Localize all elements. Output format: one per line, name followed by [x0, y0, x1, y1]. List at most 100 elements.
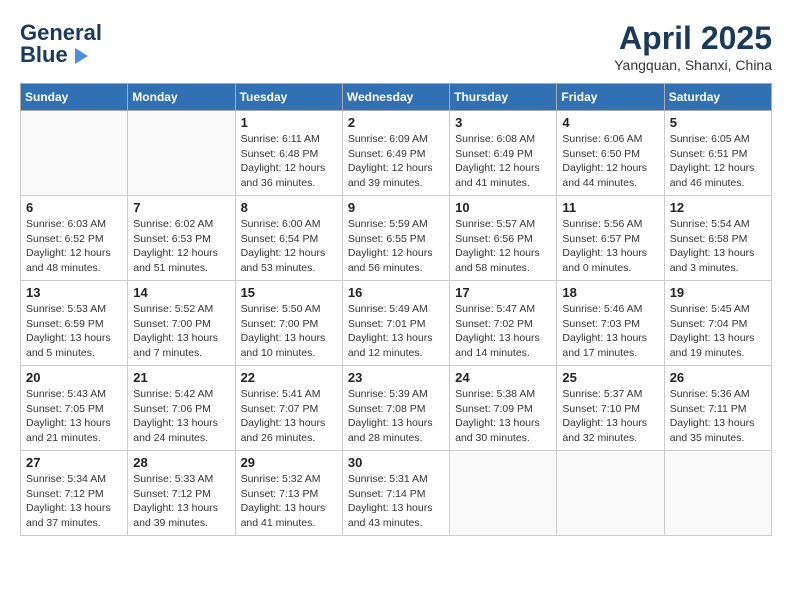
calendar-cell: 9Sunrise: 5:59 AM Sunset: 6:55 PM Daylig…	[342, 196, 449, 281]
day-number: 1	[241, 115, 337, 130]
day-number: 11	[562, 200, 658, 215]
day-info: Sunrise: 5:46 AM Sunset: 7:03 PM Dayligh…	[562, 302, 658, 361]
day-number: 22	[241, 370, 337, 385]
logo-arrow-icon	[75, 48, 88, 64]
day-info: Sunrise: 5:43 AM Sunset: 7:05 PM Dayligh…	[26, 387, 122, 446]
day-info: Sunrise: 5:49 AM Sunset: 7:01 PM Dayligh…	[348, 302, 444, 361]
day-number: 3	[455, 115, 551, 130]
day-info: Sunrise: 5:47 AM Sunset: 7:02 PM Dayligh…	[455, 302, 551, 361]
calendar-cell: 14Sunrise: 5:52 AM Sunset: 7:00 PM Dayli…	[128, 281, 235, 366]
calendar-cell: 20 Sunrise: 5:43 AM Sunset: 7:05 PM Dayli…	[21, 366, 128, 451]
calendar-cell: 11 Sunrise: 5:56 AM Sunset: 6:57 PM Dayli…	[557, 196, 664, 281]
day-number: 27	[26, 455, 122, 470]
day-info: Sunrise: 5:38 AM Sunset: 7:09 PM Dayligh…	[455, 387, 551, 446]
day-number: 21	[133, 370, 229, 385]
day-info: Sunrise: 6:09 AM Sunset: 6:49 PM Dayligh…	[348, 132, 444, 191]
day-info: Sunrise: 6:00 AM Sunset: 6:54 PM Dayligh…	[241, 217, 337, 276]
day-number: 5	[670, 115, 766, 130]
day-info: Sunrise: 5:31 AM Sunset: 7:14 PM Dayligh…	[348, 472, 444, 531]
day-info: Sunrise: 5:45 AM Sunset: 7:04 PM Dayligh…	[670, 302, 766, 361]
day-info: Sunrise: 5:39 AM Sunset: 7:08 PM Dayligh…	[348, 387, 444, 446]
day-info: Sunrise: 5:36 AM Sunset: 7:11 PM Dayligh…	[670, 387, 766, 446]
month-title: April 2025	[614, 20, 772, 57]
day-info: Sunrise: 6:08 AM Sunset: 6:49 PM Dayligh…	[455, 132, 551, 191]
calendar-cell: 27 Sunrise: 5:34 AM Sunset: 7:12 PM Dayli…	[21, 451, 128, 536]
day-info: Sunrise: 5:37 AM Sunset: 7:10 PM Dayligh…	[562, 387, 658, 446]
calendar-cell: 7 Sunrise: 6:02 AM Sunset: 6:53 PM Daylig…	[128, 196, 235, 281]
calendar-cell	[21, 111, 128, 196]
calendar-cell: 4 Sunrise: 6:06 AM Sunset: 6:50 PM Daylig…	[557, 111, 664, 196]
weekday-header-monday: Monday	[128, 84, 235, 111]
day-info: Sunrise: 5:34 AM Sunset: 7:12 PM Dayligh…	[26, 472, 122, 531]
day-info: Sunrise: 5:57 AM Sunset: 6:56 PM Dayligh…	[455, 217, 551, 276]
title-block: April 2025 Yangquan, Shanxi, China	[614, 20, 772, 73]
day-number: 9	[348, 200, 444, 215]
calendar-cell: 8 Sunrise: 6:00 AM Sunset: 6:54 PM Daylig…	[235, 196, 342, 281]
weekday-header-thursday: Thursday	[450, 84, 557, 111]
day-number: 2	[348, 115, 444, 130]
day-number: 6	[26, 200, 122, 215]
calendar-cell: 15 Sunrise: 5:50 AM Sunset: 7:00 PM Dayli…	[235, 281, 342, 366]
day-info: Sunrise: 5:56 AM Sunset: 6:57 PM Dayligh…	[562, 217, 658, 276]
day-number: 29	[241, 455, 337, 470]
calendar-cell: 28Sunrise: 5:33 AM Sunset: 7:12 PM Dayli…	[128, 451, 235, 536]
calendar-cell: 23 Sunrise: 5:39 AM Sunset: 7:08 PM Dayli…	[342, 366, 449, 451]
calendar-cell: 26 Sunrise: 5:36 AM Sunset: 7:11 PM Dayli…	[664, 366, 771, 451]
day-number: 20	[26, 370, 122, 385]
day-number: 30	[348, 455, 444, 470]
calendar-cell: 5 Sunrise: 6:05 AM Sunset: 6:51 PM Daylig…	[664, 111, 771, 196]
day-number: 25	[562, 370, 658, 385]
calendar-cell: 18 Sunrise: 5:46 AM Sunset: 7:03 PM Dayli…	[557, 281, 664, 366]
week-row-2: 6 Sunrise: 6:03 AM Sunset: 6:52 PM Daylig…	[21, 196, 772, 281]
calendar-cell: 19 Sunrise: 5:45 AM Sunset: 7:04 PM Dayli…	[664, 281, 771, 366]
calendar-cell: 25 Sunrise: 5:37 AM Sunset: 7:10 PM Dayli…	[557, 366, 664, 451]
logo-text: GeneralBlue	[20, 20, 102, 68]
weekday-header-tuesday: Tuesday	[235, 84, 342, 111]
day-number: 17	[455, 285, 551, 300]
day-number: 18	[562, 285, 658, 300]
day-info: Sunrise: 5:33 AM Sunset: 7:12 PM Dayligh…	[133, 472, 229, 531]
calendar-cell: 13 Sunrise: 5:53 AM Sunset: 6:59 PM Dayli…	[21, 281, 128, 366]
calendar-cell	[128, 111, 235, 196]
day-info: Sunrise: 6:02 AM Sunset: 6:53 PM Dayligh…	[133, 217, 229, 276]
day-info: Sunrise: 5:54 AM Sunset: 6:58 PM Dayligh…	[670, 217, 766, 276]
day-info: Sunrise: 6:05 AM Sunset: 6:51 PM Dayligh…	[670, 132, 766, 191]
day-info: Sunrise: 5:50 AM Sunset: 7:00 PM Dayligh…	[241, 302, 337, 361]
day-info: Sunrise: 5:52 AM Sunset: 7:00 PM Dayligh…	[133, 302, 229, 361]
day-number: 7	[133, 200, 229, 215]
day-info: Sunrise: 5:53 AM Sunset: 6:59 PM Dayligh…	[26, 302, 122, 361]
day-number: 19	[670, 285, 766, 300]
day-number: 16	[348, 285, 444, 300]
calendar-cell: 29 Sunrise: 5:32 AM Sunset: 7:13 PM Dayli…	[235, 451, 342, 536]
calendar-cell: 12 Sunrise: 5:54 AM Sunset: 6:58 PM Dayli…	[664, 196, 771, 281]
logo: GeneralBlue	[20, 20, 102, 68]
calendar-cell: 10Sunrise: 5:57 AM Sunset: 6:56 PM Dayli…	[450, 196, 557, 281]
day-number: 15	[241, 285, 337, 300]
day-info: Sunrise: 5:42 AM Sunset: 7:06 PM Dayligh…	[133, 387, 229, 446]
week-row-1: 1Sunrise: 6:11 AM Sunset: 6:48 PM Daylig…	[21, 111, 772, 196]
weekday-header-wednesday: Wednesday	[342, 84, 449, 111]
day-number: 13	[26, 285, 122, 300]
day-number: 12	[670, 200, 766, 215]
calendar-cell: 21 Sunrise: 5:42 AM Sunset: 7:06 PM Dayli…	[128, 366, 235, 451]
calendar-cell: 24Sunrise: 5:38 AM Sunset: 7:09 PM Dayli…	[450, 366, 557, 451]
week-row-3: 13 Sunrise: 5:53 AM Sunset: 6:59 PM Dayli…	[21, 281, 772, 366]
day-info: Sunrise: 5:32 AM Sunset: 7:13 PM Dayligh…	[241, 472, 337, 531]
calendar-cell: 17 Sunrise: 5:47 AM Sunset: 7:02 PM Dayli…	[450, 281, 557, 366]
day-number: 4	[562, 115, 658, 130]
day-info: Sunrise: 6:03 AM Sunset: 6:52 PM Dayligh…	[26, 217, 122, 276]
calendar-cell: 1Sunrise: 6:11 AM Sunset: 6:48 PM Daylig…	[235, 111, 342, 196]
location-label: Yangquan, Shanxi, China	[614, 57, 772, 73]
logo-blue: Blue	[20, 42, 102, 68]
day-info: Sunrise: 6:06 AM Sunset: 6:50 PM Dayligh…	[562, 132, 658, 191]
day-number: 8	[241, 200, 337, 215]
calendar-cell: 16 Sunrise: 5:49 AM Sunset: 7:01 PM Dayli…	[342, 281, 449, 366]
calendar-table: SundayMondayTuesdayWednesdayThursdayFrid…	[20, 83, 772, 536]
weekday-header-row: SundayMondayTuesdayWednesdayThursdayFrid…	[21, 84, 772, 111]
week-row-4: 20 Sunrise: 5:43 AM Sunset: 7:05 PM Dayli…	[21, 366, 772, 451]
calendar-cell: 3 Sunrise: 6:08 AM Sunset: 6:49 PM Daylig…	[450, 111, 557, 196]
week-row-5: 27 Sunrise: 5:34 AM Sunset: 7:12 PM Dayli…	[21, 451, 772, 536]
day-number: 23	[348, 370, 444, 385]
day-info: Sunrise: 5:41 AM Sunset: 7:07 PM Dayligh…	[241, 387, 337, 446]
day-number: 26	[670, 370, 766, 385]
